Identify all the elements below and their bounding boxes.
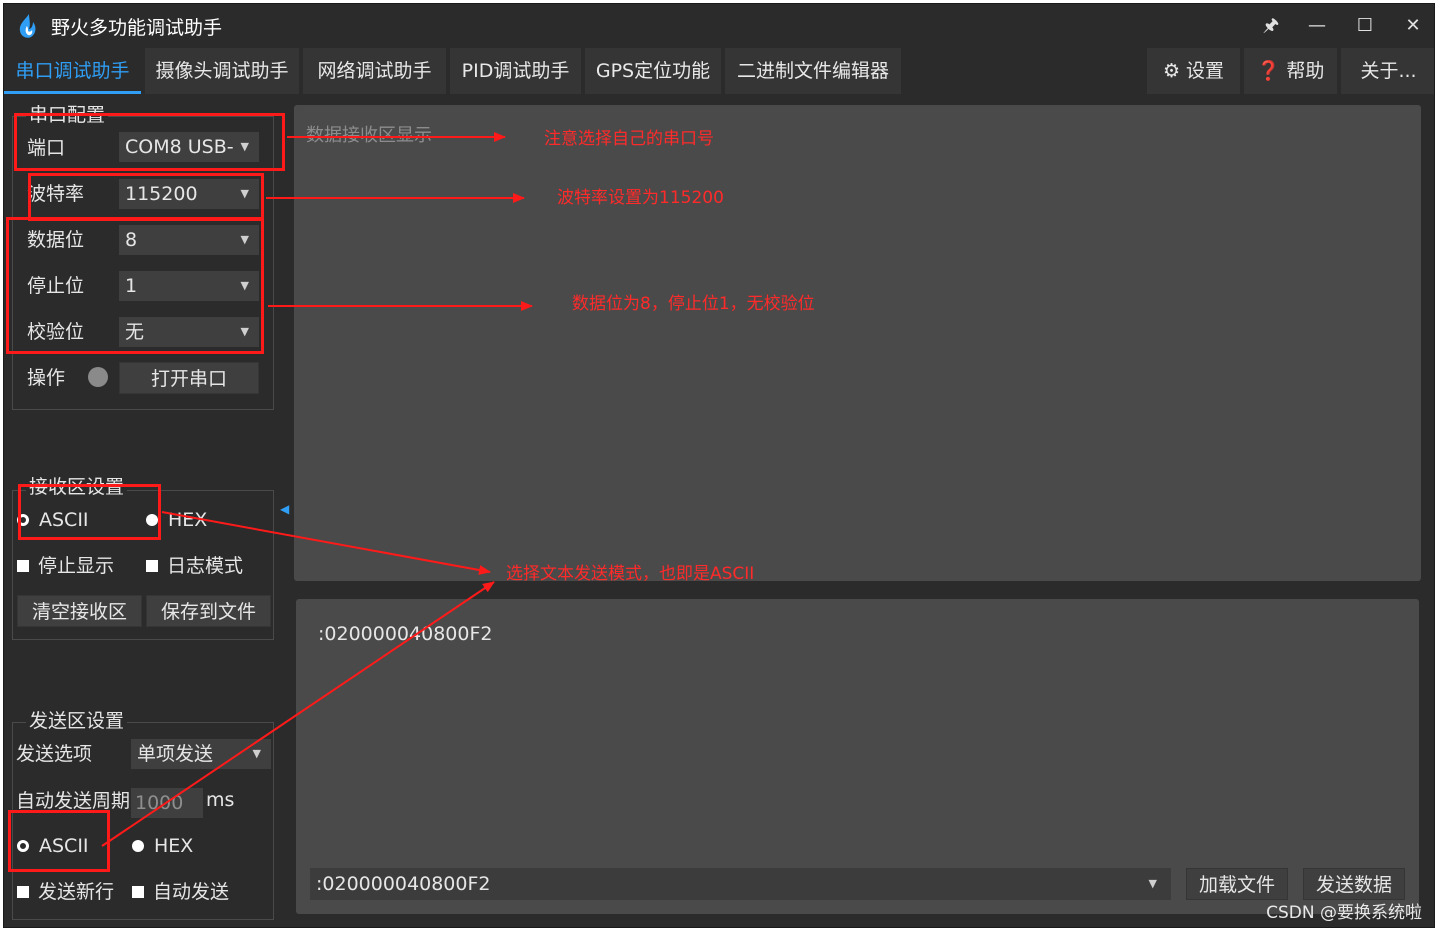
csdn-watermark: CSDN @要换系统啦	[1266, 903, 1422, 923]
help-menu[interactable]: ❓ 帮助	[1244, 48, 1337, 94]
send-area[interactable]: :020000040800F2 :020000040800F2 ▼ 加载文件 发…	[296, 599, 1419, 914]
send-option-label: 发送选项	[16, 743, 93, 765]
send-option-value: 单项发送	[137, 743, 214, 765]
port-highlight-box	[14, 113, 285, 171]
operation-label: 操作	[27, 367, 66, 389]
title-bar: 野火多功能调试助手 🖈 — ☐ ✕	[4, 4, 1434, 48]
pin-icon[interactable]: 🖈	[1256, 12, 1286, 40]
recv-area[interactable]: 数据接收区显示	[294, 105, 1421, 581]
send-newline-checkbox[interactable]	[17, 886, 29, 898]
window-title: 野火多功能调试助手	[51, 17, 223, 39]
period-unit-label: ms	[206, 789, 235, 811]
port-note: 注意选择自己的串口号	[544, 129, 714, 149]
send-newline-label: 发送新行	[38, 881, 115, 903]
stop-display-checkbox[interactable]	[17, 560, 29, 572]
help-label: 帮助	[1286, 60, 1325, 82]
settings-menu[interactable]: ⚙ 设置	[1147, 48, 1240, 94]
send-text: :020000040800F2	[318, 623, 493, 645]
send-ascii-highlight-box	[8, 810, 110, 872]
mode-note: 选择文本发送模式，也即是ASCII	[506, 564, 755, 584]
send-option-select[interactable]: 单项发送 ▼	[131, 739, 271, 769]
port-status-indicator	[88, 367, 108, 387]
tab-binary-editor[interactable]: 二进制文件编辑器	[725, 48, 901, 94]
send-history-select[interactable]: :020000040800F2 ▼	[310, 868, 1171, 900]
log-mode-label: 日志模式	[167, 555, 244, 577]
load-file-button[interactable]: 加载文件	[1186, 868, 1288, 900]
maximize-icon[interactable]: ☐	[1350, 12, 1380, 40]
auto-send-label: 自动发送	[153, 881, 230, 903]
bits-note: 数据位为8，停止位1，无校验位	[572, 294, 815, 314]
stop-display-label: 停止显示	[38, 555, 115, 577]
save-to-file-button[interactable]: 保存到文件	[146, 595, 271, 627]
chevron-down-icon: ▼	[252, 747, 261, 760]
tab-gps[interactable]: GPS定位功能	[585, 48, 721, 94]
log-mode-checkbox[interactable]	[146, 560, 158, 572]
recv-hex-label: HEX	[168, 509, 208, 531]
tab-network[interactable]: 网络调试助手	[303, 48, 446, 94]
tab-camera[interactable]: 摄像头调试助手	[145, 48, 299, 94]
close-icon[interactable]: ✕	[1398, 12, 1428, 40]
gear-icon: ⚙	[1162, 60, 1180, 82]
recv-placeholder: 数据接收区显示	[306, 125, 432, 146]
open-port-button[interactable]: 打开串口	[119, 362, 259, 394]
tab-pid[interactable]: PID调试助手	[450, 48, 581, 94]
baud-highlight-box	[28, 173, 264, 221]
help-icon: ❓	[1256, 60, 1281, 82]
splitter-handle-icon[interactable]: ◀	[280, 502, 289, 516]
auto-period-input[interactable]: 1000	[131, 788, 203, 818]
send-settings-title: 发送区设置	[26, 710, 128, 732]
baud-note: 波特率设置为115200	[557, 188, 724, 208]
flame-logo-icon	[19, 14, 36, 38]
minimize-icon[interactable]: —	[1302, 12, 1332, 40]
auto-send-checkbox[interactable]	[132, 886, 144, 898]
send-data-button[interactable]: 发送数据	[1303, 868, 1405, 900]
about-menu[interactable]: 关于...	[1341, 48, 1434, 94]
bits-highlight-box	[6, 217, 264, 354]
chevron-down-icon: ▼	[1148, 877, 1157, 890]
tab-serial[interactable]: 串口调试助手	[4, 48, 141, 94]
recv-ascii-highlight-box	[18, 484, 161, 540]
send-history-value: :020000040800F2	[316, 873, 491, 895]
settings-label: 设置	[1186, 60, 1225, 82]
send-hex-label: HEX	[154, 835, 194, 857]
clear-recv-button[interactable]: 清空接收区	[17, 595, 142, 627]
send-hex-radio[interactable]	[132, 840, 144, 852]
menu-bar: 串口调试助手 摄像头调试助手 网络调试助手 PID调试助手 GPS定位功能 二进…	[4, 48, 1434, 94]
